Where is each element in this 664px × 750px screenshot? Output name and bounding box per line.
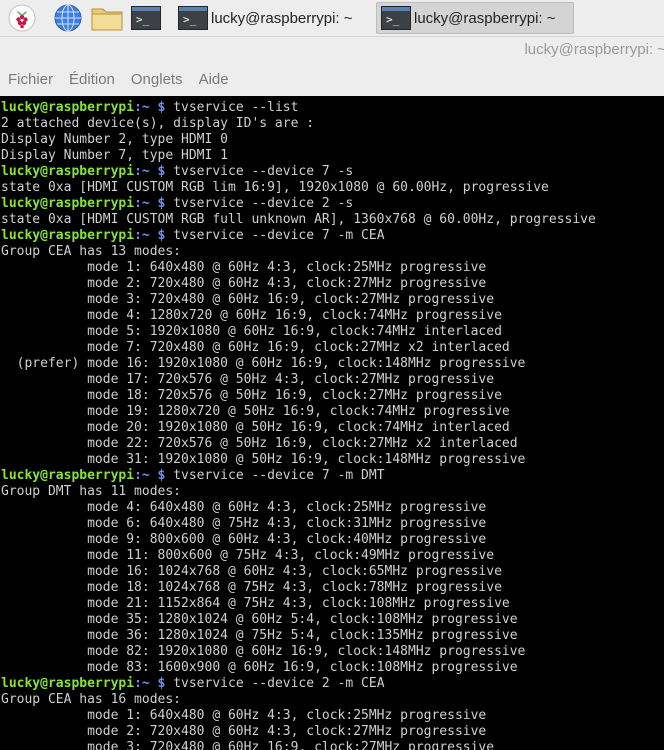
terminal-output-line: 2 attached device(s), display ID's are :: [1, 116, 315, 131]
prompt-symbol: $: [149, 164, 174, 179]
command-text: tvservice --device 2 -m CEA: [173, 676, 385, 691]
taskbar: >_ >_ lucky@raspberrypi: ~ >_ lucky@rasp…: [0, 0, 664, 37]
prompt-user: lucky@raspberrypi: [1, 676, 135, 691]
terminal-output[interactable]: lucky@raspberrypi:~ $ tvservice --list 2 …: [0, 96, 664, 750]
prompt-symbol: $: [149, 676, 174, 691]
prompt-user: lucky@raspberrypi: [1, 196, 135, 211]
terminal-prompt-line: lucky@raspberrypi:~ $ tvservice --device…: [1, 196, 596, 212]
terminal-output-line: mode 18: 1024x768 @ 75Hz 4:3, clock:78MH…: [1, 580, 502, 595]
prompt-symbol: $: [149, 228, 174, 243]
terminal-output-line: mode 36: 1280x1024 @ 75Hz 5:4, clock:135…: [1, 628, 518, 643]
prompt-user: lucky@raspberrypi: [1, 228, 135, 243]
terminal-output-line: mode 2: 720x480 @ 60Hz 4:3, clock:27MHz …: [1, 724, 487, 739]
prompt-path: :~: [134, 228, 150, 243]
taskbar-task-terminal-1[interactable]: >_ lucky@raspberrypi: ~: [174, 2, 370, 34]
prompt-user: lucky@raspberrypi: [1, 468, 135, 483]
prompt-path: :~: [134, 164, 150, 179]
terminal-output-line: mode 3: 720x480 @ 60Hz 16:9, clock:27MHz…: [1, 740, 495, 750]
command-text: tvservice --device 2 -s: [173, 196, 354, 211]
prompt-symbol: $: [149, 100, 174, 115]
globe-icon[interactable]: [52, 3, 84, 33]
menubar: Fichier Édition Onglets Aide: [0, 63, 664, 96]
terminal-output-line: mode 4: 1280x720 @ 60Hz 16:9, clock:74MH…: [1, 308, 502, 323]
terminal-output-line: mode 20: 1920x1080 @ 50Hz 16:9, clock:74…: [1, 420, 510, 435]
terminal-output-line: mode 17: 720x576 @ 50Hz 4:3, clock:27MHz…: [1, 372, 495, 387]
terminal-output-line: mode 6: 640x480 @ 75Hz 4:3, clock:31MHz …: [1, 516, 487, 531]
folder-icon[interactable]: [91, 3, 123, 33]
window-title: lucky@raspberrypi: ~: [524, 41, 664, 58]
terminal-prompt-line: lucky@raspberrypi:~ $ tvservice --device…: [1, 228, 596, 244]
terminal-output-line: mode 1: 640x480 @ 60Hz 4:3, clock:25MHz …: [1, 708, 487, 723]
taskbar-task-terminal-2[interactable]: >_ lucky@raspberrypi: ~: [376, 2, 574, 34]
task-label: lucky@raspberrypi: ~: [211, 9, 353, 27]
terminal-output-line: mode 82: 1920x1080 @ 60Hz 16:9, clock:14…: [1, 644, 526, 659]
terminal-output-line: mode 1: 640x480 @ 60Hz 4:3, clock:25MHz …: [1, 260, 487, 275]
terminal-output-line: mode 9: 800x600 @ 60Hz 4:3, clock:40MHz …: [1, 532, 487, 547]
task-label: lucky@raspberrypi: ~: [414, 9, 556, 27]
window-titlebar[interactable]: lucky@raspberrypi: ~: [0, 37, 664, 63]
terminal-output-line: mode 16: 1024x768 @ 60Hz 4:3, clock:65MH…: [1, 564, 502, 579]
terminal-output-line: Display Number 2, type HDMI 0: [1, 132, 228, 147]
prompt-path: :~: [134, 196, 150, 211]
prompt-user: lucky@raspberrypi: [1, 100, 135, 115]
terminal-prompt-line: lucky@raspberrypi:~ $ tvservice --device…: [1, 164, 596, 180]
terminal-output-line: mode 18: 720x576 @ 50Hz 16:9, clock:27MH…: [1, 388, 502, 403]
terminal-output-line: mode 83: 1600x900 @ 60Hz 16:9, clock:108…: [1, 660, 518, 675]
terminal-output-line: mode 7: 720x480 @ 60Hz 16:9, clock:27MHz…: [1, 340, 510, 355]
terminal-output-line: Display Number 7, type HDMI 1: [1, 148, 228, 163]
terminal-prompt-line: lucky@raspberrypi:~ $ tvservice --device…: [1, 468, 596, 484]
command-text: tvservice --device 7 -m CEA: [173, 228, 385, 243]
prompt-symbol: $: [149, 468, 174, 483]
prompt-user: lucky@raspberrypi: [1, 164, 135, 179]
terminal-lines: lucky@raspberrypi:~ $ tvservice --list 2 …: [1, 100, 596, 750]
terminal-output-line: Group CEA has 13 modes:: [1, 244, 182, 259]
terminal-output-line: mode 4: 640x480 @ 60Hz 4:3, clock:25MHz …: [1, 500, 487, 515]
terminal-prompt-line: lucky@raspberrypi:~ $ tvservice --list: [1, 100, 596, 116]
terminal-output-line: mode 2: 720x480 @ 60Hz 4:3, clock:27MHz …: [1, 276, 487, 291]
terminal-icon[interactable]: >_: [130, 3, 162, 33]
menu-aide[interactable]: Aide: [191, 71, 237, 88]
menu-fichier[interactable]: Fichier: [0, 71, 61, 88]
terminal-output-line: mode 21: 1152x864 @ 75Hz 4:3, clock:108M…: [1, 596, 510, 611]
terminal-icon: >_: [381, 6, 411, 30]
prompt-path: :~: [134, 676, 150, 691]
terminal-output-line: mode 3: 720x480 @ 60Hz 16:9, clock:27MHz…: [1, 292, 495, 307]
terminal-output-line: mode 11: 800x600 @ 75Hz 4:3, clock:49MHz…: [1, 548, 495, 563]
terminal-output-line: state 0xa [HDMI CUSTOM RGB lim 16:9], 19…: [1, 180, 549, 195]
prompt-path: :~: [134, 468, 150, 483]
prompt-symbol: $: [149, 196, 174, 211]
terminal-output-line: mode 5: 1920x1080 @ 60Hz 16:9, clock:74M…: [1, 324, 502, 339]
command-text: tvservice --device 7 -m DMT: [173, 468, 385, 483]
terminal-output-line: mode 19: 1280x720 @ 50Hz 16:9, clock:74M…: [1, 404, 510, 419]
terminal-output-line: mode 22: 720x576 @ 50Hz 16:9, clock:27MH…: [1, 436, 518, 451]
terminal-output-line: state 0xa [HDMI CUSTOM RGB full unknown …: [1, 212, 596, 227]
command-text: tvservice --device 7 -s: [173, 164, 354, 179]
menu-onglets[interactable]: Onglets: [123, 71, 191, 88]
terminal-output-line: (prefer) mode 16: 1920x1080 @ 60Hz 16:9,…: [1, 356, 526, 371]
terminal-output-line: Group CEA has 16 modes:: [1, 692, 182, 707]
command-text: tvservice --list: [173, 100, 299, 115]
terminal-prompt-line: lucky@raspberrypi:~ $ tvservice --device…: [1, 676, 596, 692]
menu-edition[interactable]: Édition: [61, 71, 123, 88]
terminal-output-line: mode 31: 1920x1080 @ 50Hz 16:9, clock:14…: [1, 452, 526, 467]
prompt-path: :~: [134, 100, 150, 115]
terminal-output-line: mode 35: 1280x1024 @ 60Hz 5:4, clock:108…: [1, 612, 518, 627]
raspberry-pi-menu-icon[interactable]: [6, 3, 38, 33]
terminal-output-line: Group DMT has 11 modes:: [1, 484, 182, 499]
terminal-icon: >_: [178, 6, 208, 30]
